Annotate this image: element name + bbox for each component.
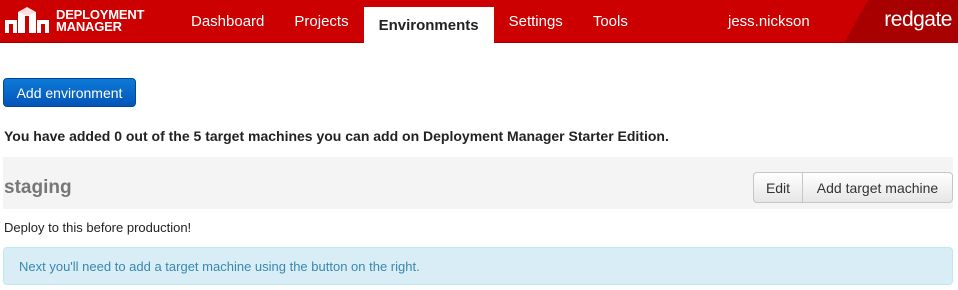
vendor-name: redgate [884,8,952,31]
nav-tools[interactable]: Tools [578,0,643,43]
nav-dashboard[interactable]: Dashboard [176,0,279,43]
next-step-info-alert: Next you'll need to add a target machine… [3,247,953,285]
main-nav: Dashboard Projects Environments Settings… [176,0,643,43]
environment-actions: Edit Add target machine [753,172,953,203]
nav-projects[interactable]: Projects [279,0,363,43]
add-target-machine-button[interactable]: Add target machine [803,172,953,203]
vendor-logo: redgate [844,0,958,43]
target-machine-limit-notice: You have added 0 out of the 5 target mac… [4,128,669,144]
package-boxes-icon [5,7,49,33]
top-navbar: DEPLOYMENT MANAGER Dashboard Projects En… [0,0,958,43]
brand-logo[interactable]: DEPLOYMENT MANAGER [4,5,144,37]
brand-name-line2: MANAGER [56,19,122,34]
environment-panel: staging Edit Add target machine Deploy t… [3,157,953,285]
environment-header: staging Edit Add target machine [3,157,953,209]
environment-description: Deploy to this before production! [4,220,192,235]
environment-name: staging [4,177,72,198]
user-menu[interactable]: jess.nickson [728,0,810,43]
nav-settings[interactable]: Settings [494,0,578,43]
add-environment-button[interactable]: Add environment [3,78,136,107]
edit-environment-button[interactable]: Edit [753,172,803,203]
nav-environments[interactable]: Environments [363,7,494,43]
